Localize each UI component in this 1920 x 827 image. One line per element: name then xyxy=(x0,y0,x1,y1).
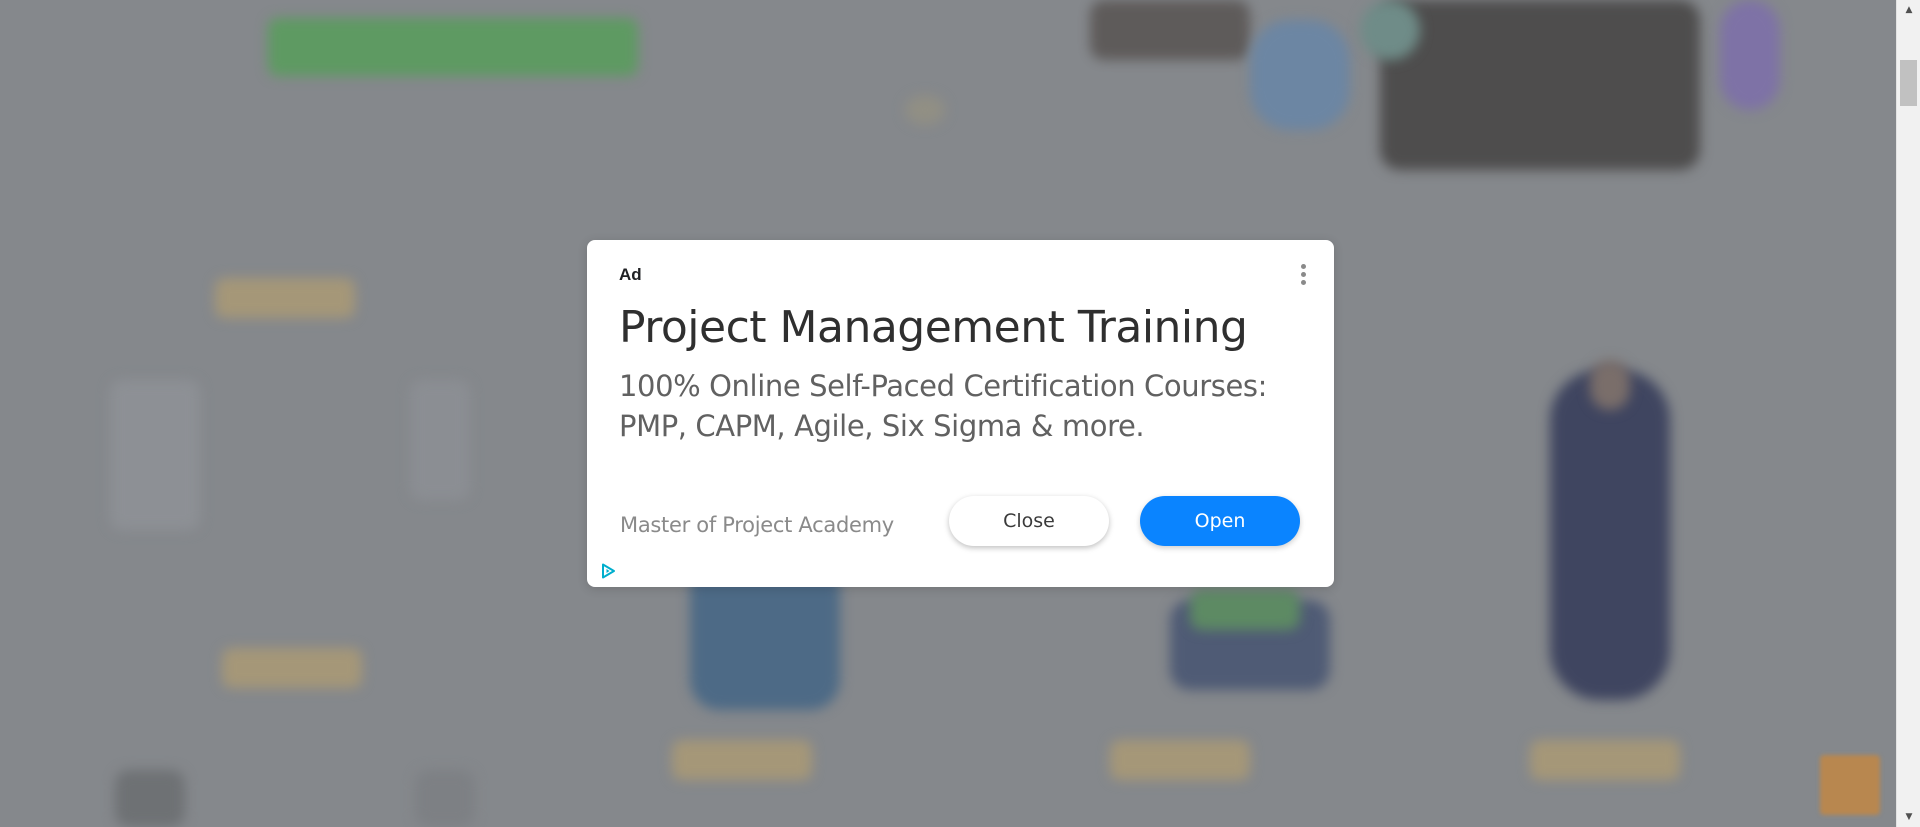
background-price-tag xyxy=(222,648,362,688)
background-green-banner xyxy=(268,18,638,76)
background-product-image xyxy=(415,770,475,827)
background-price-tag xyxy=(1110,740,1250,780)
background-price-tag xyxy=(672,740,812,780)
background-hero-image xyxy=(1380,0,1700,170)
vertical-scrollbar[interactable]: ▲ ▼ xyxy=(1896,0,1920,827)
background-decoration xyxy=(905,95,945,125)
background-price-tag xyxy=(1530,740,1680,780)
background-product-image xyxy=(110,380,200,530)
scroll-up-arrow-icon[interactable]: ▲ xyxy=(1897,2,1920,18)
ad-label: Ad xyxy=(619,265,642,284)
ad-advertiser[interactable]: Master of Project Academy xyxy=(620,513,894,537)
open-button[interactable]: Open xyxy=(1140,496,1300,546)
background-product-image xyxy=(410,380,470,500)
scrollbar-thumb[interactable] xyxy=(1900,60,1917,106)
ad-description[interactable]: 100% Online Self-Paced Certification Cou… xyxy=(619,366,1309,446)
background-product-image xyxy=(1590,360,1630,410)
ad-dialog: Ad Project Management Training 100% Onli… xyxy=(587,240,1334,587)
close-button[interactable]: Close xyxy=(949,496,1109,546)
background-scroll-top-button xyxy=(1820,755,1880,815)
background-hero-image xyxy=(1360,0,1420,60)
background-hero-image xyxy=(1720,0,1780,110)
background-product-image xyxy=(1550,370,1670,700)
background-price-tag xyxy=(215,278,355,318)
background-hero-image xyxy=(1250,20,1350,130)
scroll-down-arrow-icon[interactable]: ▼ xyxy=(1897,809,1920,825)
background-product-image xyxy=(1190,590,1300,630)
more-vert-icon[interactable] xyxy=(1296,262,1310,288)
background-hero-image xyxy=(1090,0,1250,60)
adchoices-icon[interactable] xyxy=(599,562,617,580)
background-product-image xyxy=(115,770,185,827)
ad-headline[interactable]: Project Management Training xyxy=(619,302,1248,353)
